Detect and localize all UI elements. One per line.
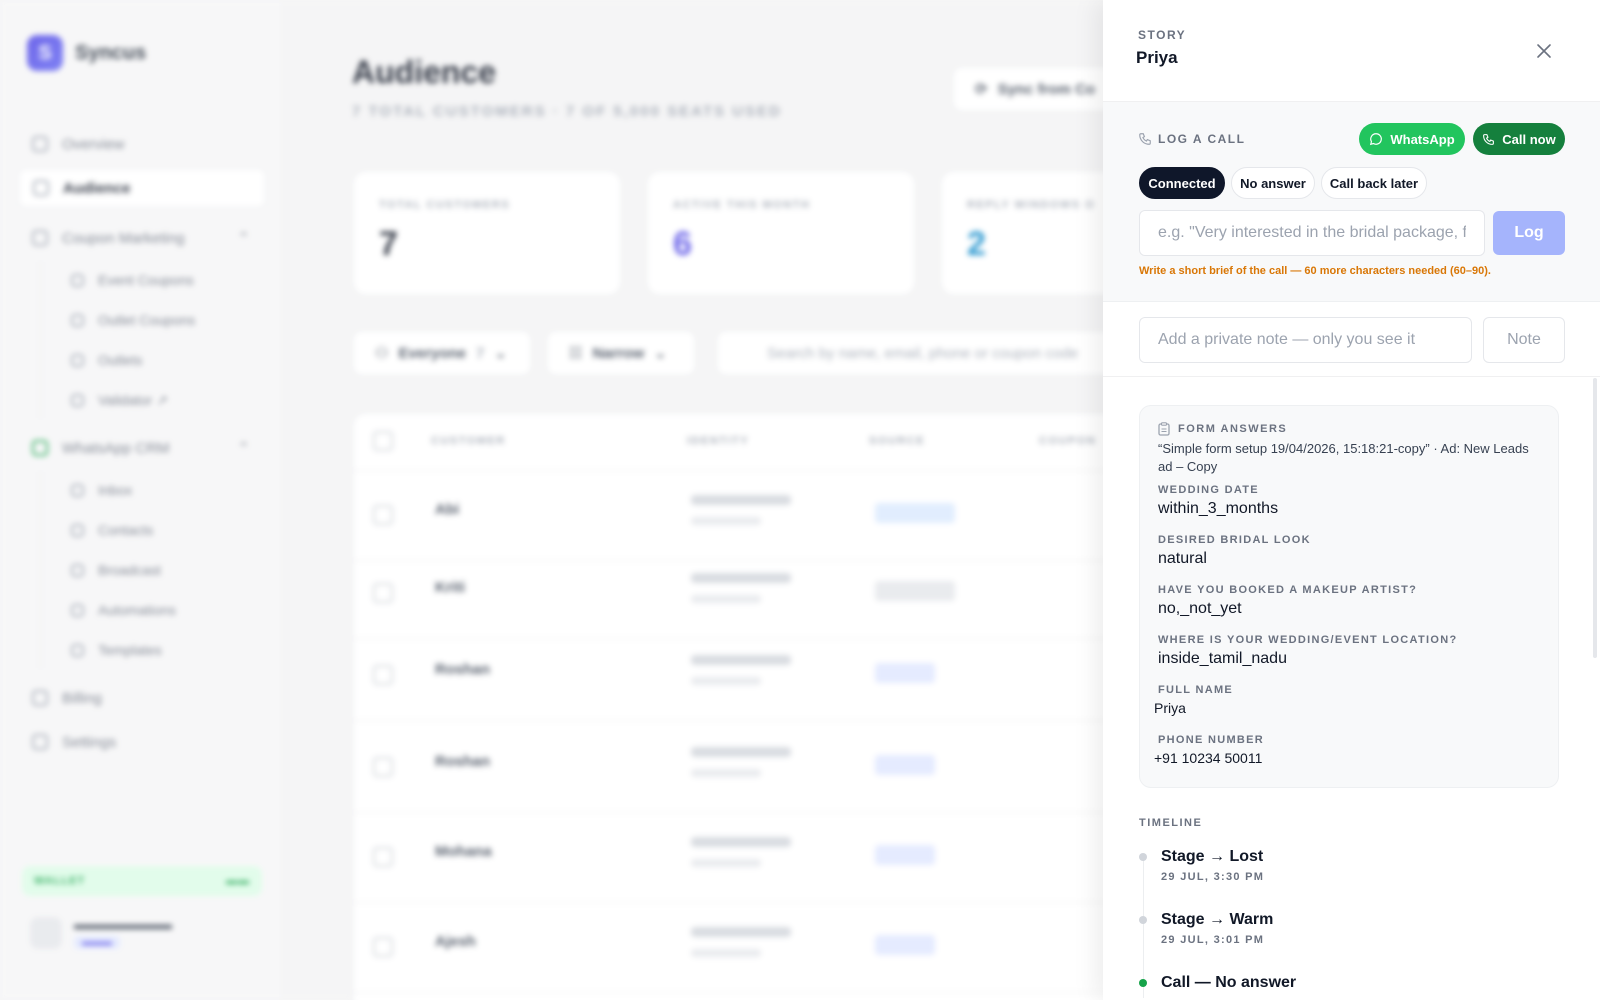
story-panel: STORY Priya LOG A CALL WhatsApp Call now… [1103,0,1600,1000]
chip-no-answer[interactable]: No answer [1231,167,1315,199]
close-button[interactable] [1531,38,1557,64]
form-field-label: WEDDING DATE [1158,484,1259,496]
timeline-dot [1139,853,1147,861]
form-field-value: Priya [1154,700,1186,716]
form-answers-title: FORM ANSWERS [1158,422,1287,436]
timeline-time: 29 JUL, 3:30 PM [1161,871,1265,883]
call-brief-input[interactable] [1139,210,1485,256]
contact-name: Priya [1136,48,1178,67]
form-field: WHERE IS YOUR WEDDING/EVENT LOCATION? in… [1158,634,1457,668]
form-field-value: no,_not_yet [1158,600,1242,617]
call-now-button[interactable]: Call now [1473,123,1565,155]
timeline-line [1143,858,1144,998]
note-button[interactable]: Note [1483,317,1565,363]
timeline-dot [1139,979,1147,987]
form-field-value: +91 10234 50011 [1154,750,1263,766]
divider [1103,376,1600,377]
whatsapp-icon [1370,133,1383,146]
form-field: PHONE NUMBER +91 10234 50011 [1154,734,1265,766]
timeline-text: Stage → Warm [1161,911,1274,928]
log-call-title: LOG A CALL [1138,132,1245,146]
form-field: WEDDING DATE within_3_months [1158,484,1278,518]
timeline-title: TIMELINE [1139,817,1203,829]
form-field-value: natural [1158,550,1207,567]
form-field-label: WHERE IS YOUR WEDDING/EVENT LOCATION? [1158,634,1458,646]
whatsapp-button-label: WhatsApp [1390,131,1455,147]
log-call-label: LOG A CALL [1158,132,1246,146]
timeline-text: Stage → Lost [1161,848,1264,865]
chip-call-back-later[interactable]: Call back later [1321,167,1427,199]
form-field-label: PHONE NUMBER [1158,734,1265,746]
log-call-section: LOG A CALL WhatsApp Call now Connected N… [1103,102,1600,302]
phone-icon [1483,133,1495,145]
panel-label: STORY [1138,28,1187,42]
call-now-label: Call now [1502,131,1556,147]
log-button[interactable]: Log [1493,211,1565,255]
chip-connected[interactable]: Connected [1139,167,1225,199]
form-source: “Simple form setup 19/04/2026, 15:18:21-… [1158,441,1529,474]
close-icon [1537,44,1551,58]
form-field: DESIRED BRIDAL LOOK natural [1158,534,1311,568]
clipboard-icon [1158,422,1170,436]
whatsapp-button[interactable]: WhatsApp [1359,123,1465,155]
form-field-value: within_3_months [1158,500,1279,517]
form-field: FULL NAME Priya [1154,684,1234,716]
timeline-time: 29 JUL, 3:01 PM [1161,934,1265,946]
panel-scrollbar[interactable] [1593,378,1597,658]
form-field-label: FULL NAME [1158,684,1234,696]
private-note-input[interactable] [1139,317,1472,363]
timeline-dot [1139,916,1147,924]
panel-header: STORY Priya [1103,0,1600,102]
phone-icon [1139,133,1151,145]
form-field-label: DESIRED BRIDAL LOOK [1158,534,1311,546]
timeline-text: Call — No answer [1161,974,1297,991]
call-brief-hint: Write a short brief of the call — 60 mor… [1139,265,1491,277]
form-field: HAVE YOU BOOKED A MAKEUP ARTIST? no,_not… [1158,584,1417,618]
form-field-label: HAVE YOU BOOKED A MAKEUP ARTIST? [1158,584,1418,596]
form-answers-label: FORM ANSWERS [1178,423,1288,435]
form-field-value: inside_tamil_nadu [1158,650,1287,667]
form-answers-card: FORM ANSWERS “Simple form setup 19/04/20… [1139,405,1559,788]
